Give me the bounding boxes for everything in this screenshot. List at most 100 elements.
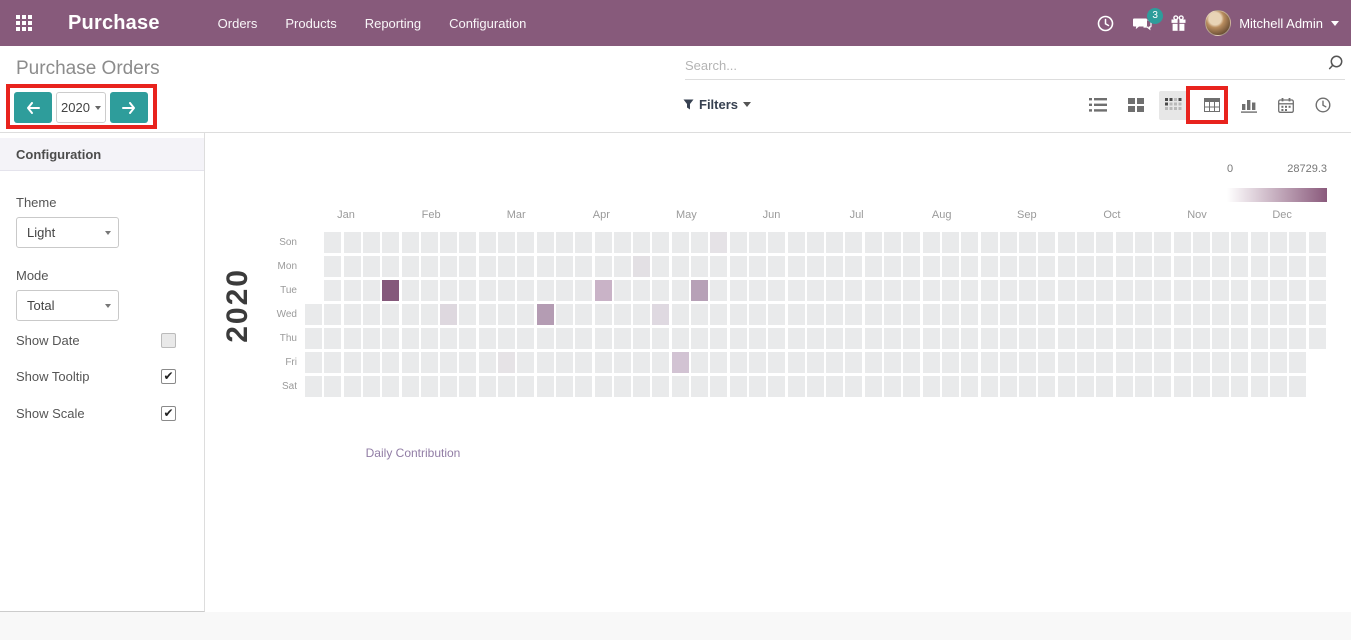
- heatmap-cell[interactable]: [768, 304, 786, 325]
- heatmap-cell[interactable]: [324, 280, 342, 301]
- kanban-view-button[interactable]: [1122, 91, 1150, 119]
- heatmap-cell[interactable]: [768, 280, 786, 301]
- heatmap-cell[interactable]: [517, 232, 535, 253]
- heatmap-cell[interactable]: [1096, 304, 1114, 325]
- show-tooltip-checkbox[interactable]: ✔: [161, 369, 176, 384]
- pivot-view-button[interactable]: [1198, 91, 1226, 119]
- heatmap-cell[interactable]: [922, 232, 940, 253]
- heatmap-cell[interactable]: [594, 376, 612, 397]
- heatmap-cell[interactable]: [1134, 232, 1152, 253]
- heatmap-cell[interactable]: [864, 328, 882, 349]
- heatmap-cell[interactable]: [594, 232, 612, 253]
- heatmap-cell[interactable]: [1289, 352, 1307, 373]
- heatmap-cell[interactable]: [729, 352, 747, 373]
- heatmap-cell[interactable]: [517, 304, 535, 325]
- heatmap-cell[interactable]: [652, 232, 670, 253]
- heatmap-cell[interactable]: [787, 352, 805, 373]
- gift-icon[interactable]: [1170, 14, 1187, 32]
- heatmap-cell[interactable]: [941, 280, 959, 301]
- heatmap-cell[interactable]: [517, 376, 535, 397]
- heatmap-cell[interactable]: [1173, 352, 1191, 373]
- calendar-view-button[interactable]: [1272, 91, 1300, 120]
- heatmap-cell[interactable]: [691, 232, 708, 253]
- heatmap-cell[interactable]: [845, 280, 863, 301]
- heatmap-cell[interactable]: [1212, 376, 1230, 397]
- heatmap-cell[interactable]: [1270, 304, 1287, 325]
- heatmap-cell[interactable]: [806, 328, 824, 349]
- heatmap-cell[interactable]: [1192, 352, 1210, 373]
- heatmap-cell[interactable]: [420, 256, 438, 277]
- heatmap-cell[interactable]: [691, 328, 708, 349]
- heatmap-cell[interactable]: [1096, 256, 1114, 277]
- heatmap-cell[interactable]: [1154, 256, 1172, 277]
- heatmap-cell[interactable]: [806, 376, 824, 397]
- heatmap-cell[interactable]: [787, 328, 805, 349]
- heatmap-cell[interactable]: [729, 376, 747, 397]
- heatmap-cell[interactable]: [324, 256, 342, 277]
- heatmap-cell[interactable]: [362, 376, 380, 397]
- heatmap-cell[interactable]: [941, 376, 959, 397]
- heatmap-cell[interactable]: [1134, 352, 1152, 373]
- heatmap-cell[interactable]: [555, 376, 573, 397]
- heatmap-cell[interactable]: [305, 376, 322, 397]
- heatmap-cell[interactable]: [1250, 232, 1268, 253]
- heatmap-cell[interactable]: [1173, 280, 1191, 301]
- heatmap-cell[interactable]: [1289, 376, 1307, 397]
- heatmap-cell[interactable]: [1019, 232, 1037, 253]
- heatmap-view-button[interactable]: [1159, 90, 1189, 120]
- heatmap-cell[interactable]: [324, 352, 342, 373]
- heatmap-cell[interactable]: [1231, 352, 1249, 373]
- apps-menu-icon[interactable]: [16, 15, 32, 31]
- heatmap-cell[interactable]: [980, 352, 998, 373]
- heatmap-cell[interactable]: [1134, 280, 1152, 301]
- heatmap-cell[interactable]: [787, 232, 805, 253]
- heatmap-cell[interactable]: [1134, 328, 1152, 349]
- heatmap-cell[interactable]: [652, 304, 670, 325]
- heatmap-cell[interactable]: [1057, 328, 1075, 349]
- heatmap-cell[interactable]: [594, 328, 612, 349]
- list-view-button[interactable]: [1083, 91, 1113, 119]
- heatmap-cell[interactable]: [748, 280, 766, 301]
- heatmap-cell[interactable]: [575, 280, 593, 301]
- heatmap-cell[interactable]: [536, 376, 554, 397]
- heatmap-cell[interactable]: [884, 304, 901, 325]
- heatmap-cell[interactable]: [1250, 352, 1268, 373]
- heatmap-cell[interactable]: [729, 232, 747, 253]
- heatmap-cell[interactable]: [440, 256, 458, 277]
- heatmap-cell[interactable]: [517, 256, 535, 277]
- heatmap-cell[interactable]: [1289, 232, 1307, 253]
- heatmap-cell[interactable]: [362, 352, 380, 373]
- heatmap-cell[interactable]: [1115, 352, 1133, 373]
- year-select[interactable]: 2020: [56, 92, 106, 123]
- heatmap-cell[interactable]: [459, 376, 477, 397]
- heatmap-cell[interactable]: [884, 328, 901, 349]
- heatmap-cell[interactable]: [941, 352, 959, 373]
- heatmap-cell[interactable]: [903, 280, 921, 301]
- heatmap-cell[interactable]: [343, 352, 361, 373]
- heatmap-cell[interactable]: [652, 256, 670, 277]
- heatmap-cell[interactable]: [961, 256, 979, 277]
- heatmap-cell[interactable]: [305, 328, 322, 349]
- heatmap-cell[interactable]: [691, 256, 708, 277]
- heatmap-cell[interactable]: [459, 352, 477, 373]
- heatmap-cell[interactable]: [903, 256, 921, 277]
- heatmap-cell[interactable]: [864, 256, 882, 277]
- heatmap-cell[interactable]: [671, 328, 689, 349]
- heatmap-cell[interactable]: [1057, 256, 1075, 277]
- heatmap-cell[interactable]: [1077, 256, 1094, 277]
- heatmap-cell[interactable]: [459, 304, 477, 325]
- heatmap-cell[interactable]: [478, 280, 496, 301]
- heatmap-cell[interactable]: [1270, 352, 1287, 373]
- heatmap-cell[interactable]: [343, 256, 361, 277]
- heatmap-cell[interactable]: [1134, 256, 1152, 277]
- heatmap-cell[interactable]: [652, 376, 670, 397]
- heatmap-cell[interactable]: [1115, 256, 1133, 277]
- heatmap-cell[interactable]: [1057, 376, 1075, 397]
- heatmap-cell[interactable]: [613, 352, 631, 373]
- heatmap-cell[interactable]: [498, 232, 515, 253]
- filters-dropdown[interactable]: Filters: [683, 97, 752, 112]
- heatmap-cell[interactable]: [710, 304, 728, 325]
- search-input[interactable]: [685, 58, 1327, 73]
- heatmap-cell[interactable]: [903, 328, 921, 349]
- menu-orders[interactable]: Orders: [216, 12, 260, 35]
